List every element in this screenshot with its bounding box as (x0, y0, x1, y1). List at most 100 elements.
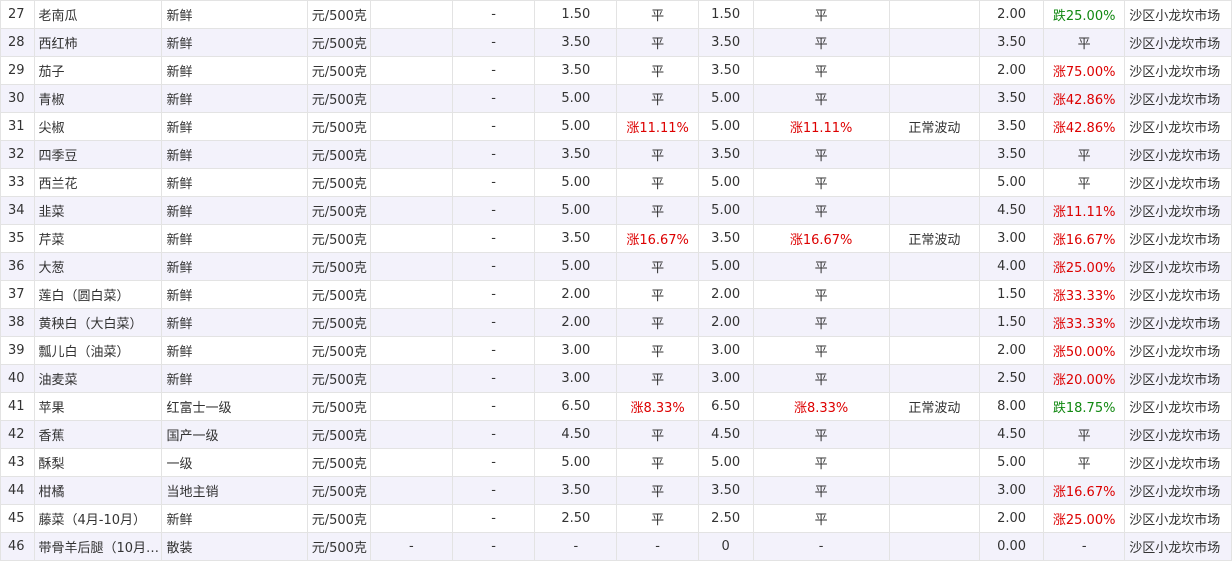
change-3: 涨11.11% (1043, 196, 1126, 225)
change-1: 涨11.11% (616, 112, 699, 141)
row-index: 40 (0, 364, 35, 393)
change-3: 平 (1043, 140, 1126, 169)
col5-value (369, 140, 453, 169)
row-index: 37 (0, 280, 35, 309)
change-1: 涨8.33% (616, 392, 699, 421)
change-value: 平 (651, 65, 665, 80)
price-compare: 8.00 (979, 392, 1045, 421)
change-1: 平 (616, 280, 699, 309)
change-note (888, 84, 981, 113)
price-compare: 0.00 (979, 532, 1045, 561)
price-previous: 5.00 (697, 196, 754, 225)
col5-value (369, 112, 453, 141)
product-spec: 新鲜 (161, 168, 308, 197)
col5-value (369, 84, 453, 113)
change-value: 平 (814, 261, 828, 276)
table-row: 31 尖椒 新鲜 元/500克 -5.00 涨11.11% 5.00 涨11.11% 正常波动 3… (0, 112, 1232, 141)
change-note (888, 448, 981, 477)
change-2: 平 (752, 196, 890, 225)
change-2: 平 (752, 336, 890, 365)
change-value: 平 (814, 317, 828, 332)
change-1: 平 (616, 476, 699, 505)
product-spec: 新鲜 (161, 224, 308, 253)
table-row: 36 大葱 新鲜 元/500克 -5.00 平 5.00 平 4.00 涨25.00% 沙区小龙坎市… (0, 252, 1232, 281)
table-row: 28 西红柿 新鲜 元/500克 -3.50 平 3.50 平 3.50 平沙区小龙坎市场 (0, 28, 1232, 57)
col6-value: - (451, 28, 536, 57)
price-current: 1.50 (534, 0, 618, 29)
change-1: 平 (616, 448, 699, 477)
change-1: 涨16.67% (616, 224, 699, 253)
row-index: 35 (0, 224, 35, 253)
change-value: 涨11.11% (626, 121, 689, 136)
row-index: 31 (0, 112, 35, 141)
change-1: 平 (616, 308, 699, 337)
price-unit: 元/500克 (306, 168, 371, 197)
table-body: 27 老南瓜 新鲜 元/500克 -1.50 平 1.50 平 2.00 跌25.00% 沙区小龙坎… (0, 0, 1232, 561)
market-name: 沙区小龙坎市场 (1124, 532, 1232, 561)
price-previous: 1.50 (697, 0, 754, 29)
change-value: 涨25.00% (1052, 261, 1116, 276)
change-1: 平 (616, 140, 699, 169)
change-value: - (1081, 539, 1087, 554)
change-1: - (616, 532, 699, 561)
price-previous: 2.00 (697, 280, 754, 309)
change-value: 平 (651, 513, 665, 528)
market-name: 沙区小龙坎市场 (1124, 392, 1232, 421)
price-previous: 3.50 (697, 476, 754, 505)
change-value: 平 (814, 513, 828, 528)
change-value: - (818, 539, 824, 554)
change-3: 涨42.86% (1043, 84, 1126, 113)
product-name: 茄子 (33, 56, 163, 85)
table-row: 34 韭菜 新鲜 元/500克 -5.00 平 5.00 平 4.50 涨11.11% 沙区小龙坎市… (0, 196, 1232, 225)
price-compare: 3.00 (979, 476, 1045, 505)
price-previous: 3.00 (697, 336, 754, 365)
price-previous: 3.50 (697, 28, 754, 57)
price-previous: 2.50 (697, 504, 754, 533)
change-2: 平 (752, 0, 890, 29)
row-index: 39 (0, 336, 35, 365)
col6-value: - (451, 420, 536, 449)
change-2: 平 (752, 448, 890, 477)
col6-value: - (451, 476, 536, 505)
change-value: 平 (1077, 177, 1091, 192)
change-value: 平 (651, 485, 665, 500)
change-value: 涨50.00% (1052, 345, 1116, 360)
price-unit: 元/500克 (306, 196, 371, 225)
col6-value: - (451, 504, 536, 533)
col6-value: - (451, 252, 536, 281)
price-current: 3.50 (534, 56, 618, 85)
price-current: 3.50 (534, 140, 618, 169)
row-index: 29 (0, 56, 35, 85)
table-row: 38 黄秧白（大白菜） 新鲜 元/500克 -2.00 平 2.00 平 1.50 涨33.33%… (0, 308, 1232, 337)
market-name: 沙区小龙坎市场 (1124, 168, 1232, 197)
product-name: 老南瓜 (33, 0, 163, 29)
change-value: 平 (651, 205, 665, 220)
change-note (888, 140, 981, 169)
product-name: 大葱 (33, 252, 163, 281)
product-name: 四季豆 (33, 140, 163, 169)
market-name: 沙区小龙坎市场 (1124, 252, 1232, 281)
change-value: 涨16.67% (789, 233, 853, 248)
price-compare: 1.50 (979, 308, 1045, 337)
price-current: 2.50 (534, 504, 618, 533)
table-row: 42 香蕉 国产一级 元/500克 -4.50 平 4.50 平 4.50 平沙区小龙坎市场 (0, 420, 1232, 449)
change-3: 涨50.00% (1043, 336, 1126, 365)
price-compare: 2.00 (979, 336, 1045, 365)
change-value: 平 (814, 65, 828, 80)
col6-value: - (451, 196, 536, 225)
change-3: 跌18.75% (1043, 392, 1126, 421)
col6-value: - (451, 0, 536, 29)
table-row: 39 瓢儿白（油菜） 新鲜 元/500克 -3.00 平 3.00 平 2.00 涨50.00% 沙… (0, 336, 1232, 365)
change-2: 平 (752, 56, 890, 85)
col5-value (369, 308, 453, 337)
price-unit: 元/500克 (306, 504, 371, 533)
market-name: 沙区小龙坎市场 (1124, 420, 1232, 449)
price-compare: 4.00 (979, 252, 1045, 281)
price-unit: 元/500克 (306, 252, 371, 281)
product-spec: 国产一级 (161, 420, 308, 449)
change-3: 涨16.67% (1043, 476, 1126, 505)
change-value: 平 (1077, 149, 1091, 164)
price-unit: 元/500克 (306, 448, 371, 477)
price-previous: 6.50 (697, 392, 754, 421)
change-3: 涨25.00% (1043, 504, 1126, 533)
